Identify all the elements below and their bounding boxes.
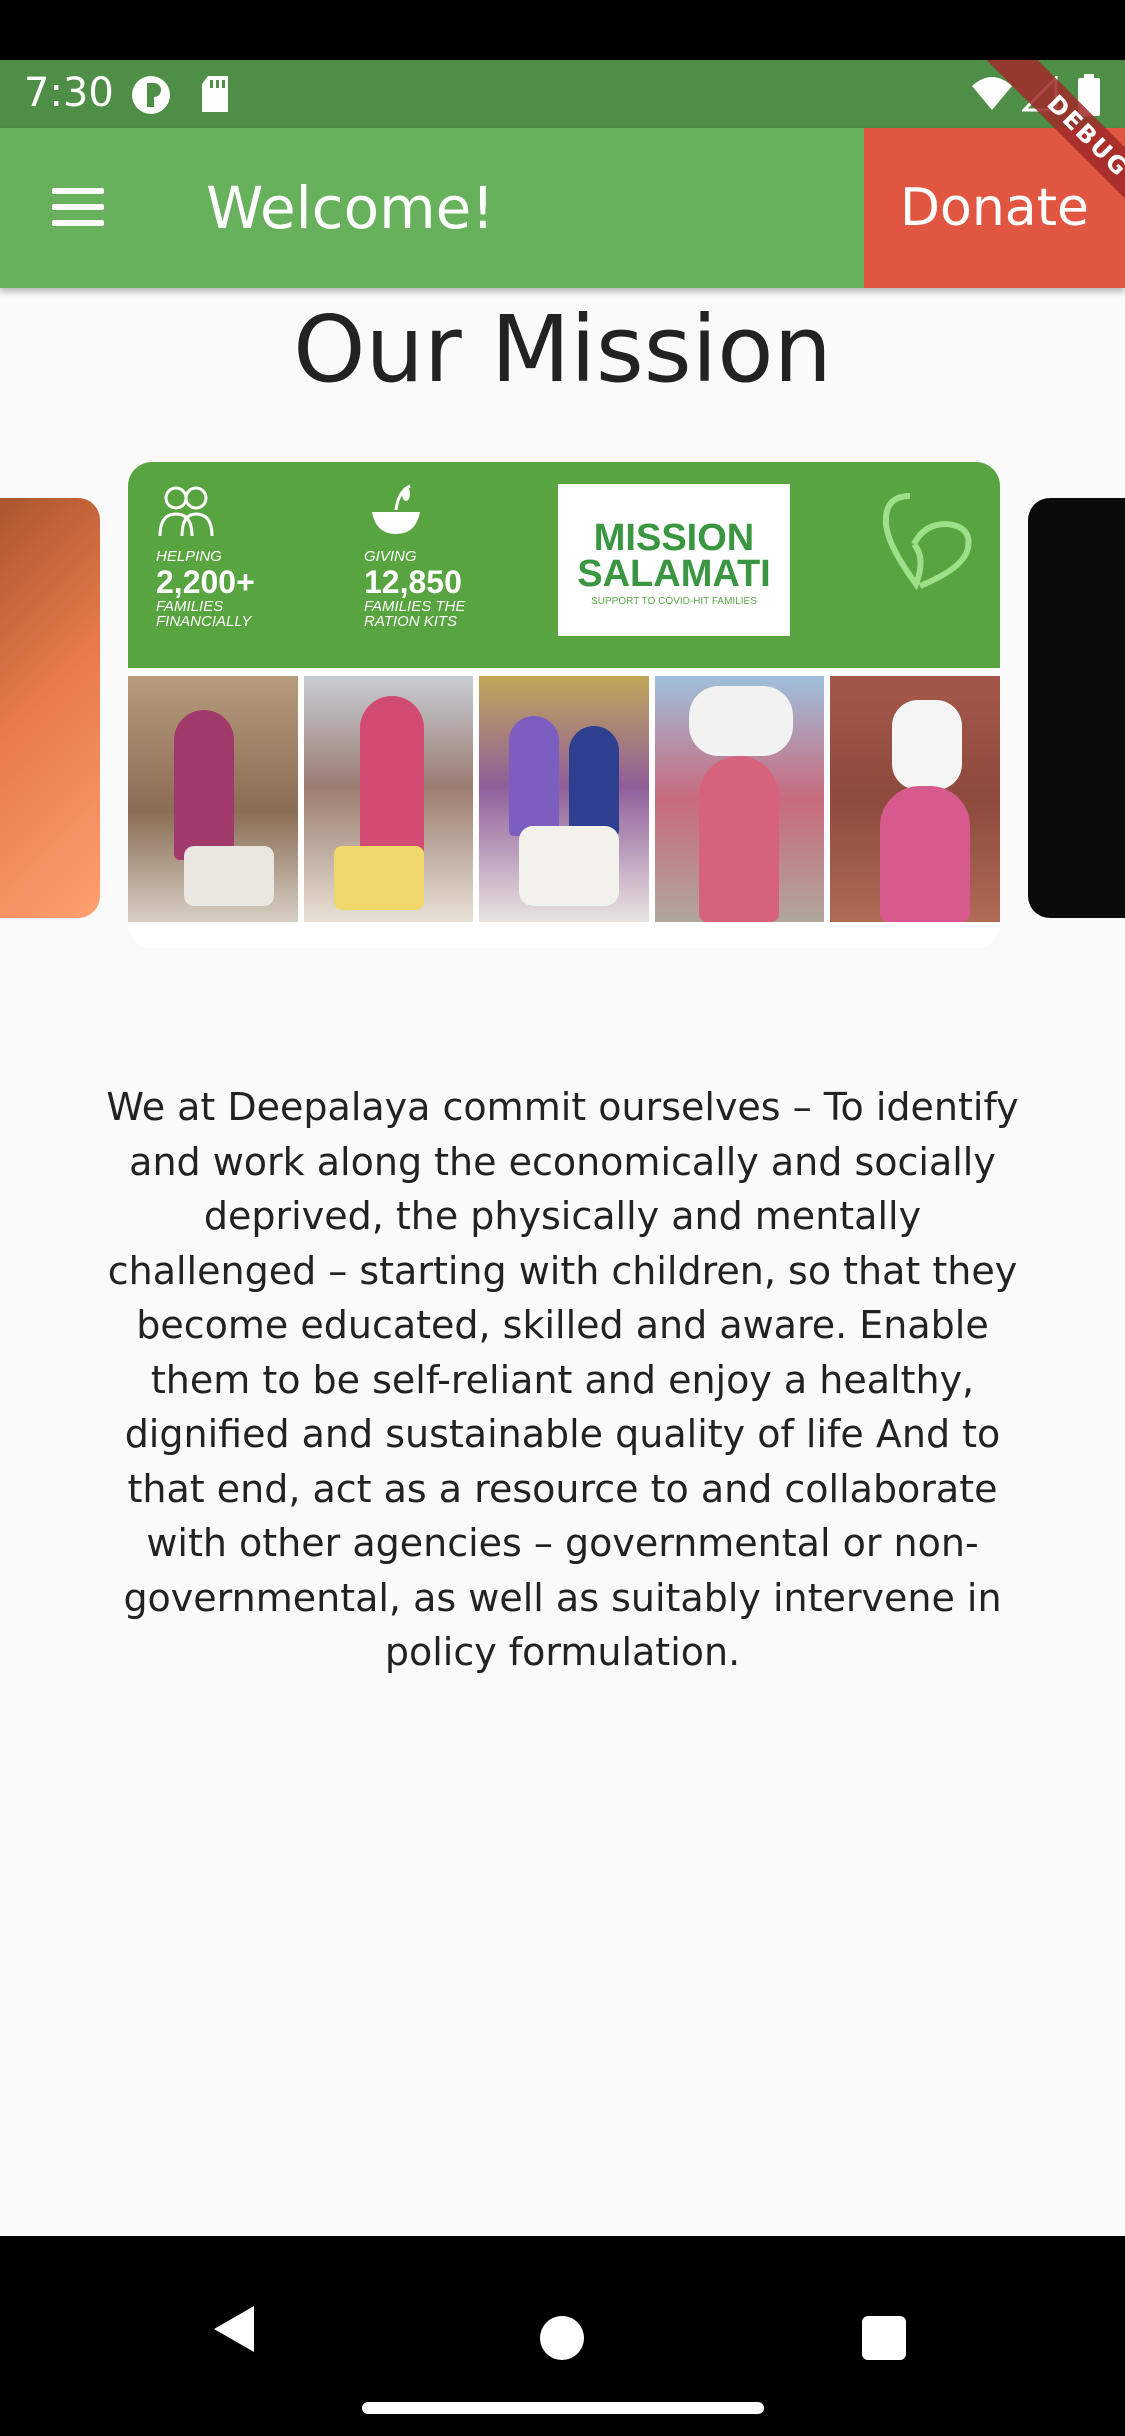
stat-helping-caption: FAMILIES FINANCIALLY — [156, 598, 252, 630]
heart-outline-icon — [880, 488, 976, 597]
donate-button[interactable]: Donate — [864, 128, 1125, 288]
image-carousel[interactable]: HELPING 2,200+ FAMILIES FINANCIALLY GIVI… — [0, 462, 1125, 952]
mission-salamati-banner: HELPING 2,200+ FAMILIES FINANCIALLY GIVI… — [128, 462, 1000, 668]
p-circle-icon — [130, 74, 172, 121]
photo-woman-carrying-sack — [654, 676, 825, 922]
logo-tagline: SUPPORT TO COVID-HIT FAMILIES — [591, 596, 757, 607]
status-time: 7:30 — [24, 70, 114, 116]
home-icon[interactable] — [540, 2316, 584, 2360]
stat-helping-label: HELPING — [156, 548, 222, 565]
photo-woman-pink-scarf — [303, 676, 474, 922]
status-bar: 7:30 — [0, 60, 1125, 128]
family-icon — [156, 482, 216, 543]
page-title: Our Mission — [293, 296, 832, 403]
top-black-strip — [0, 0, 1125, 60]
stat-giving-caption: FAMILIES THE RATION KITS — [364, 598, 466, 630]
stat-giving: GIVING 12,850 FAMILIES THE RATION KITS — [364, 548, 474, 629]
logo-line-2: SALAMATI — [577, 553, 771, 595]
carousel-current-image[interactable]: HELPING 2,200+ FAMILIES FINANCIALLY GIVI… — [128, 462, 1000, 948]
gesture-bar[interactable] — [362, 2402, 764, 2414]
photo-strip — [128, 676, 1000, 922]
sd-card-icon — [198, 74, 232, 119]
ration-bowl-icon — [366, 482, 426, 543]
stat-giving-label: GIVING — [364, 548, 417, 565]
carousel-next-image[interactable] — [1028, 498, 1125, 918]
app-bar: Welcome! Donate — [0, 128, 1125, 288]
wifi-icon — [970, 76, 1014, 117]
back-icon[interactable] — [210, 2304, 256, 2359]
recents-icon[interactable] — [862, 2316, 906, 2360]
carousel-prev-image[interactable] — [0, 498, 100, 918]
battery-icon — [1078, 74, 1100, 121]
photo-children-ration-kits — [479, 676, 649, 922]
signal-icon — [1020, 74, 1058, 117]
logo-line-1: MISSION — [593, 517, 755, 559]
photo-woman-brick-wall — [830, 676, 1000, 922]
stat-helping-value: 2,200+ — [156, 564, 255, 600]
stat-helping: HELPING 2,200+ FAMILIES FINANCIALLY — [156, 548, 266, 629]
mission-description: We at Deepalaya commit ourselves – To id… — [106, 1085, 1019, 1674]
hamburger-menu-icon[interactable] — [38, 172, 118, 242]
mission-salamati-logo: MISSION SALAMATI SUPPORT TO COVID-HIT FA… — [558, 484, 790, 636]
app-bar-title: Welcome! — [206, 174, 495, 242]
system-nav-bar — [0, 2236, 1125, 2436]
stat-giving-value: 12,850 — [364, 564, 462, 600]
photo-woman-with-sacks — [128, 676, 298, 922]
